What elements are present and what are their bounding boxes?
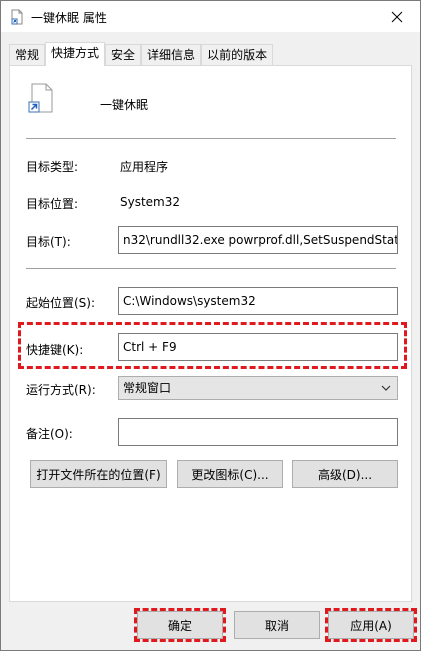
tab-security[interactable]: 安全 <box>105 44 142 66</box>
tab-shortcut[interactable]: 快捷方式 <box>45 42 106 66</box>
divider <box>26 268 396 269</box>
comment-input[interactable] <box>118 418 398 446</box>
chevron-down-icon <box>381 385 391 391</box>
target-label: 目标(T): <box>26 235 71 249</box>
open-file-location-button[interactable]: 打开文件所在的位置(F) <box>30 460 167 488</box>
change-icon-button[interactable]: 更改图标(C)... <box>177 460 283 488</box>
shortcut-file-icon <box>11 9 23 25</box>
window-title: 一键休眠 属性 <box>31 11 107 25</box>
run-label: 运行方式(R): <box>26 383 96 397</box>
comment-label: 备注(O): <box>26 427 73 441</box>
tab-previous-versions[interactable]: 以前的版本 <box>201 44 274 66</box>
title-bar[interactable]: 一键休眠 属性 <box>1 1 420 32</box>
properties-window: 一键休眠 属性 常规 快捷方式 安全 详细信息 以前的版本 一键休眠 目标类型:… <box>0 0 421 651</box>
target-input[interactable]: n32\rundll32.exe powrprof.dll,SetSuspend… <box>118 226 398 254</box>
shortcut-name: 一键休眠 <box>100 98 149 112</box>
run-select-value: 常规窗口 <box>123 381 172 395</box>
cancel-button[interactable]: 取消 <box>234 611 320 639</box>
close-icon <box>391 11 403 22</box>
ok-highlight-box <box>134 608 226 642</box>
target-type-label: 目标类型: <box>26 160 79 174</box>
target-type-value: 应用程序 <box>120 160 169 174</box>
run-select[interactable]: 常规窗口 <box>118 376 398 400</box>
shortcut-file-icon <box>28 83 53 113</box>
hotkey-highlight-box <box>18 322 407 369</box>
advanced-button[interactable]: 高级(D)... <box>292 460 398 488</box>
start-in-label: 起始位置(S): <box>26 296 96 310</box>
tab-details[interactable]: 详细信息 <box>141 44 202 66</box>
tab-general[interactable]: 常规 <box>9 44 46 66</box>
apply-highlight-box <box>325 608 417 642</box>
target-location-label: 目标位置: <box>26 197 79 211</box>
divider <box>26 138 396 139</box>
tab-strip: 常规 快捷方式 安全 详细信息 以前的版本 <box>9 42 274 66</box>
close-button[interactable] <box>374 1 420 32</box>
target-location-value: System32 <box>120 195 181 209</box>
start-in-input[interactable]: C:\Windows\system32 <box>118 287 398 315</box>
